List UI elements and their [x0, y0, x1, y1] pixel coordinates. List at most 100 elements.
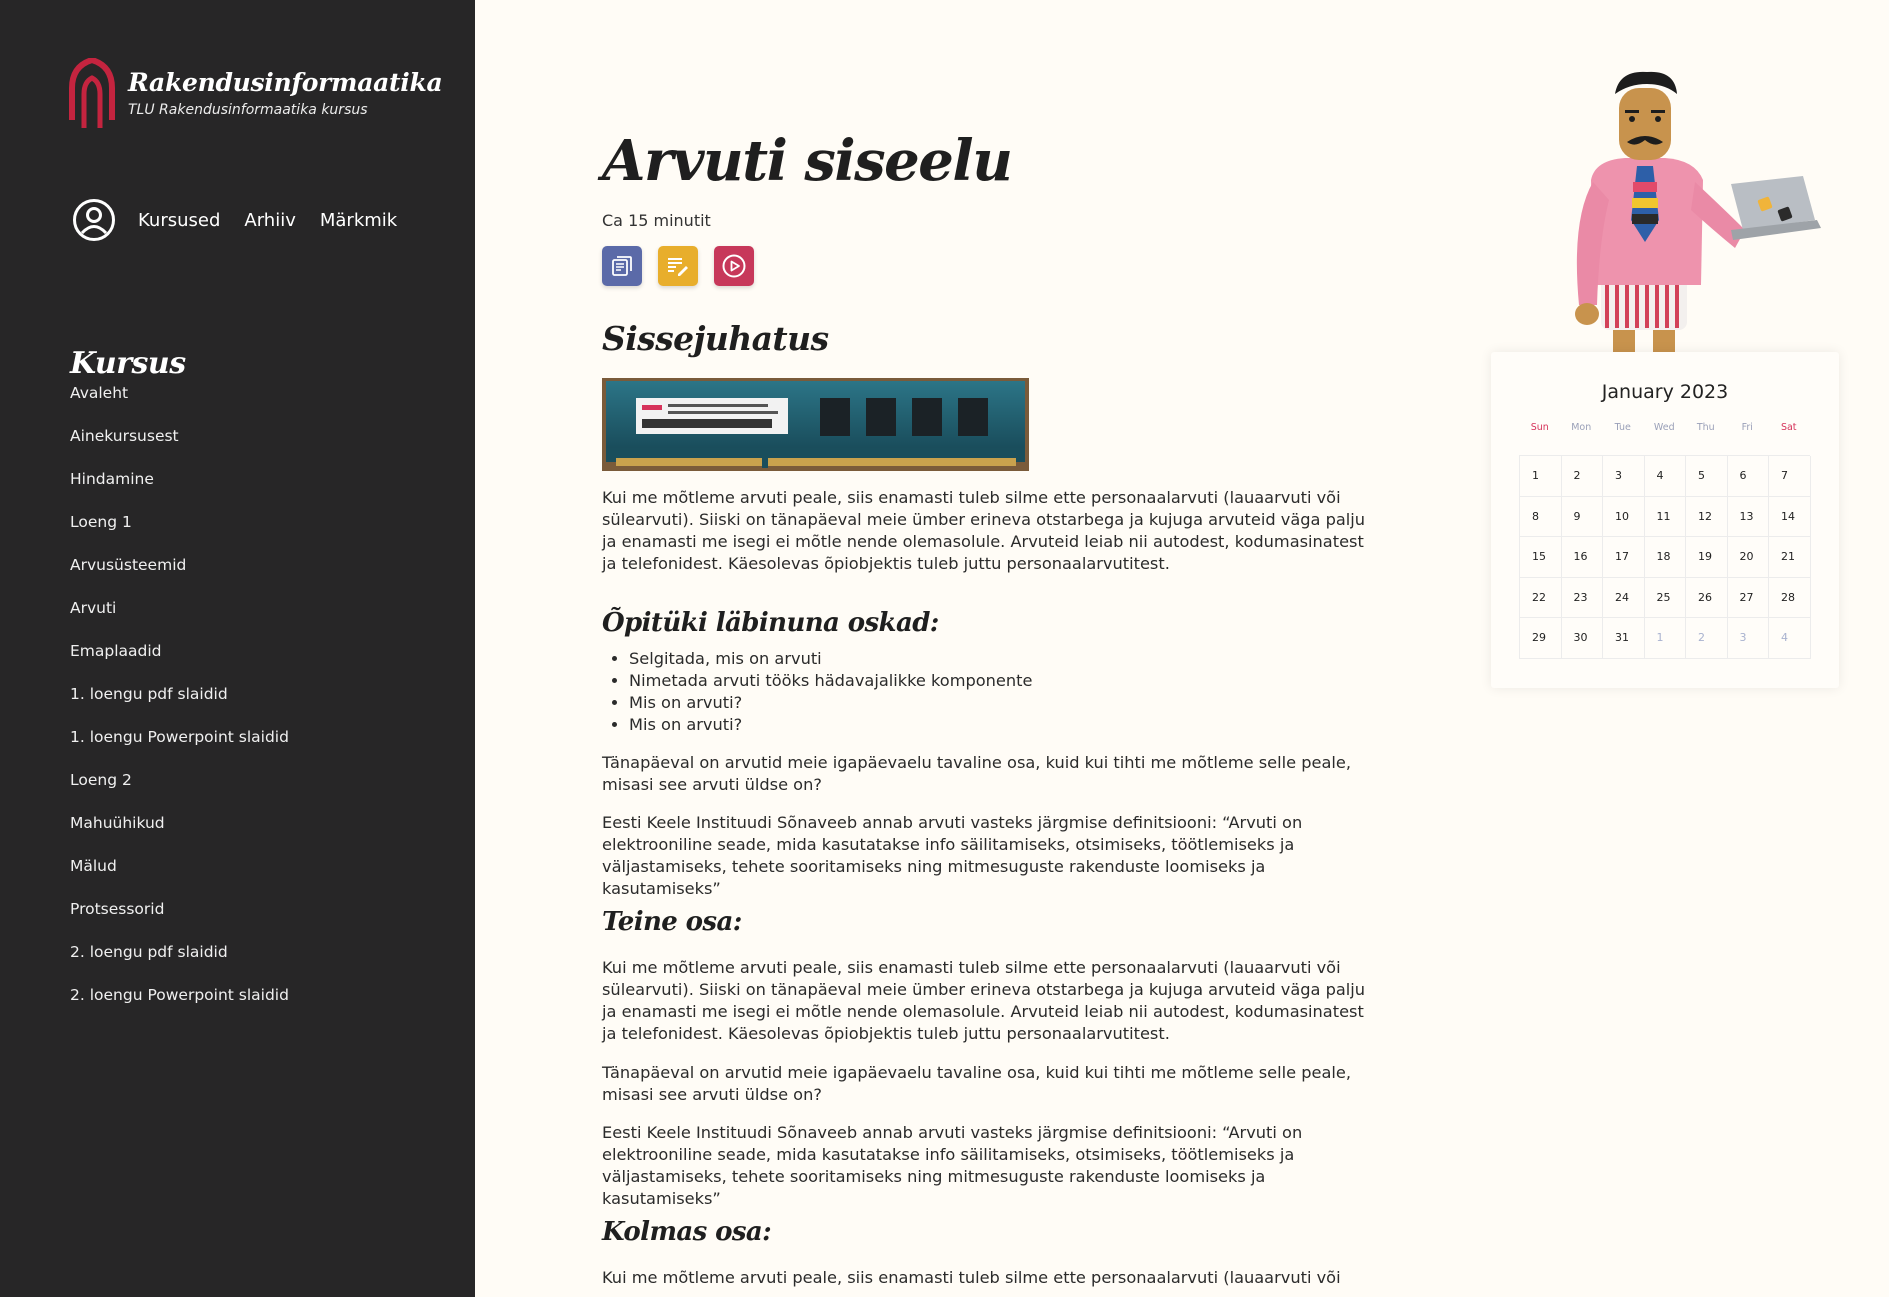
mascot-illustration: [1575, 71, 1821, 360]
calendar-day[interactable]: 22: [1520, 577, 1562, 618]
calendar-day[interactable]: 4: [1644, 456, 1686, 497]
reading-time: Ca 15 minutit: [602, 211, 711, 230]
calendar-title: January 2023: [1601, 381, 1729, 403]
sidebar-item-loeng-2[interactable]: Loeng 2: [70, 767, 289, 810]
calendar-grid: 1 2 3 4 5 6 7 8 9 10 11 12 13 14 15 16 17 18 19 20 21 22 23 24 2…: [1519, 455, 1811, 659]
sidebar-item-loeng-1-powerpoint[interactable]: 1. loengu Powerpoint slaidid: [70, 724, 289, 767]
third-paragraph: Kui me mõtleme arvuti peale, siis enamas…: [602, 1268, 1341, 1287]
sidebar-item-loeng-2-pdf[interactable]: 2. loengu pdf slaidid: [70, 939, 289, 982]
notes-edit-icon: [668, 258, 688, 276]
sidebar-item-arvususteemid[interactable]: Arvusüsteemid: [70, 552, 289, 595]
calendar-day[interactable]: 3: [1727, 618, 1769, 659]
calendar-day[interactable]: 29: [1520, 618, 1562, 659]
course-menu: Avaleht Ainekursusest Hindamine Loeng 1 …: [70, 380, 289, 1025]
calendar-day[interactable]: 1: [1644, 618, 1686, 659]
calendar-day[interactable]: 18: [1644, 537, 1686, 578]
calendar-day[interactable]: 24: [1603, 577, 1645, 618]
second-definition-paragraph: Eesti Keele Instituudi Sõnaveeb annab ar…: [602, 1123, 1303, 1208]
calendar-day[interactable]: 27: [1727, 577, 1769, 618]
calendar-day[interactable]: 2: [1561, 456, 1603, 497]
calendar-day[interactable]: 19: [1686, 537, 1728, 578]
university-logo-icon: [69, 58, 115, 128]
calendar-day[interactable]: 13: [1727, 496, 1769, 537]
section-heading-third: Kolmas osa:: [602, 1217, 772, 1247]
sidebar-item-loeng-1[interactable]: Loeng 1: [70, 509, 289, 552]
weekday-thu: Thu: [1696, 422, 1715, 433]
weekday-wed: Wed: [1653, 422, 1675, 433]
brand-title: Rakendusinformaatika: [128, 68, 443, 97]
list-item: Selgitada, mis on arvuti: [629, 648, 1369, 670]
article-button[interactable]: [602, 246, 642, 286]
course-heading: Kursus: [70, 346, 186, 381]
sidebar-item-hindamine[interactable]: Hindamine: [70, 466, 289, 509]
calendar-day[interactable]: 2: [1686, 618, 1728, 659]
skills-list: Selgitada, mis on arvuti Nimetada arvuti…: [602, 648, 1369, 736]
calendar-day[interactable]: 30: [1561, 618, 1603, 659]
calendar-day[interactable]: 1: [1520, 456, 1562, 497]
notes-button[interactable]: [658, 246, 698, 286]
definition-paragraph: Eesti Keele Instituudi Sõnaveeb annab ar…: [602, 813, 1303, 898]
nav-link-kursused[interactable]: Kursused: [138, 210, 220, 231]
weekday-sun: Sun: [1530, 422, 1549, 433]
calendar-day[interactable]: 11: [1644, 496, 1686, 537]
sidebar-item-arvuti[interactable]: Arvuti: [70, 595, 289, 638]
section-heading-second: Teine osa:: [602, 907, 742, 937]
weekday-fri: Fri: [1741, 422, 1753, 433]
sidebar-item-avaleht[interactable]: Avaleht: [70, 380, 289, 423]
sidebar-item-loeng-2-powerpoint[interactable]: 2. loengu Powerpoint slaidid: [70, 982, 289, 1025]
calendar-weekdays: Sun Mon Tue Wed Thu Fri Sat: [1519, 422, 1810, 433]
sidebar-item-emaplaadid[interactable]: Emaplaadid: [70, 638, 289, 681]
calendar-day[interactable]: 9: [1561, 496, 1603, 537]
sidebar-item-mahuuhikud[interactable]: Mahuühikud: [70, 810, 289, 853]
calendar-widget: January 2023 Sun Mon Tue Wed Thu Fri Sat…: [1491, 352, 1839, 688]
section-heading-intro: Sissejuhatus: [602, 319, 829, 358]
weekday-sat: Sat: [1780, 422, 1797, 433]
calendar-day[interactable]: 31: [1603, 618, 1645, 659]
calendar-day[interactable]: 10: [1603, 496, 1645, 537]
article-actions: [602, 246, 770, 286]
ram-module-image: [602, 378, 1029, 471]
brand-subtitle: TLU Rakendusinformaatika kursus: [128, 102, 368, 118]
calendar-day[interactable]: 25: [1644, 577, 1686, 618]
second-today-paragraph: Tänapäeval on arvutid meie igapäevaelu t…: [602, 1063, 1351, 1104]
calendar-day[interactable]: 6: [1727, 456, 1769, 497]
sidebar: Rakendusinformaatika TLU Rakendusinforma…: [0, 0, 475, 1297]
list-item: Mis on arvuti?: [629, 714, 1369, 736]
calendar-day[interactable]: 26: [1686, 577, 1728, 618]
calendar-day[interactable]: 16: [1561, 537, 1603, 578]
list-item: Nimetada arvuti tööks hädavajalikke komp…: [629, 670, 1369, 692]
today-paragraph: Tänapäeval on arvutid meie igapäevaelu t…: [602, 753, 1351, 794]
list-item: Mis on arvuti?: [629, 692, 1369, 714]
brand[interactable]: Rakendusinformaatika TLU Rakendusinforma…: [68, 58, 443, 128]
play-circle-icon: [722, 254, 746, 278]
nav-link-arhiiv[interactable]: Arhiiv: [244, 210, 295, 231]
video-button[interactable]: [714, 246, 754, 286]
sidebar-item-malud[interactable]: Mälud: [70, 853, 289, 896]
page-title: Arvuti siseelu: [602, 128, 1013, 194]
weekday-tue: Tue: [1614, 422, 1631, 433]
top-navigation: Kursused Arhiiv Märkmik: [72, 198, 421, 242]
calendar-day[interactable]: 7: [1769, 456, 1811, 497]
calendar-day[interactable]: 12: [1686, 496, 1728, 537]
user-circle-icon[interactable]: [72, 198, 116, 242]
calendar-day[interactable]: 20: [1727, 537, 1769, 578]
section-heading-skills: Õpitüki läbinuna oskad:: [602, 608, 939, 638]
article-icon: [612, 256, 632, 276]
calendar-day[interactable]: 14: [1769, 496, 1811, 537]
calendar-day[interactable]: 8: [1520, 496, 1562, 537]
intro-paragraph: Kui me mõtleme arvuti peale, siis enamas…: [602, 488, 1366, 573]
calendar-day[interactable]: 5: [1686, 456, 1728, 497]
sidebar-item-loeng-1-pdf[interactable]: 1. loengu pdf slaidid: [70, 681, 289, 724]
calendar-day[interactable]: 28: [1769, 577, 1811, 618]
sidebar-item-ainekursusest[interactable]: Ainekursusest: [70, 423, 289, 466]
nav-link-markmik[interactable]: Märkmik: [320, 210, 397, 231]
calendar-day[interactable]: 3: [1603, 456, 1645, 497]
second-intro-paragraph: Kui me mõtleme arvuti peale, siis enamas…: [602, 958, 1366, 1043]
calendar-day[interactable]: 15: [1520, 537, 1562, 578]
calendar-day[interactable]: 4: [1769, 618, 1811, 659]
weekday-mon: Mon: [1571, 422, 1592, 433]
calendar-day[interactable]: 17: [1603, 537, 1645, 578]
sidebar-item-protsessorid[interactable]: Protsessorid: [70, 896, 289, 939]
calendar-day[interactable]: 21: [1769, 537, 1811, 578]
calendar-day[interactable]: 23: [1561, 577, 1603, 618]
